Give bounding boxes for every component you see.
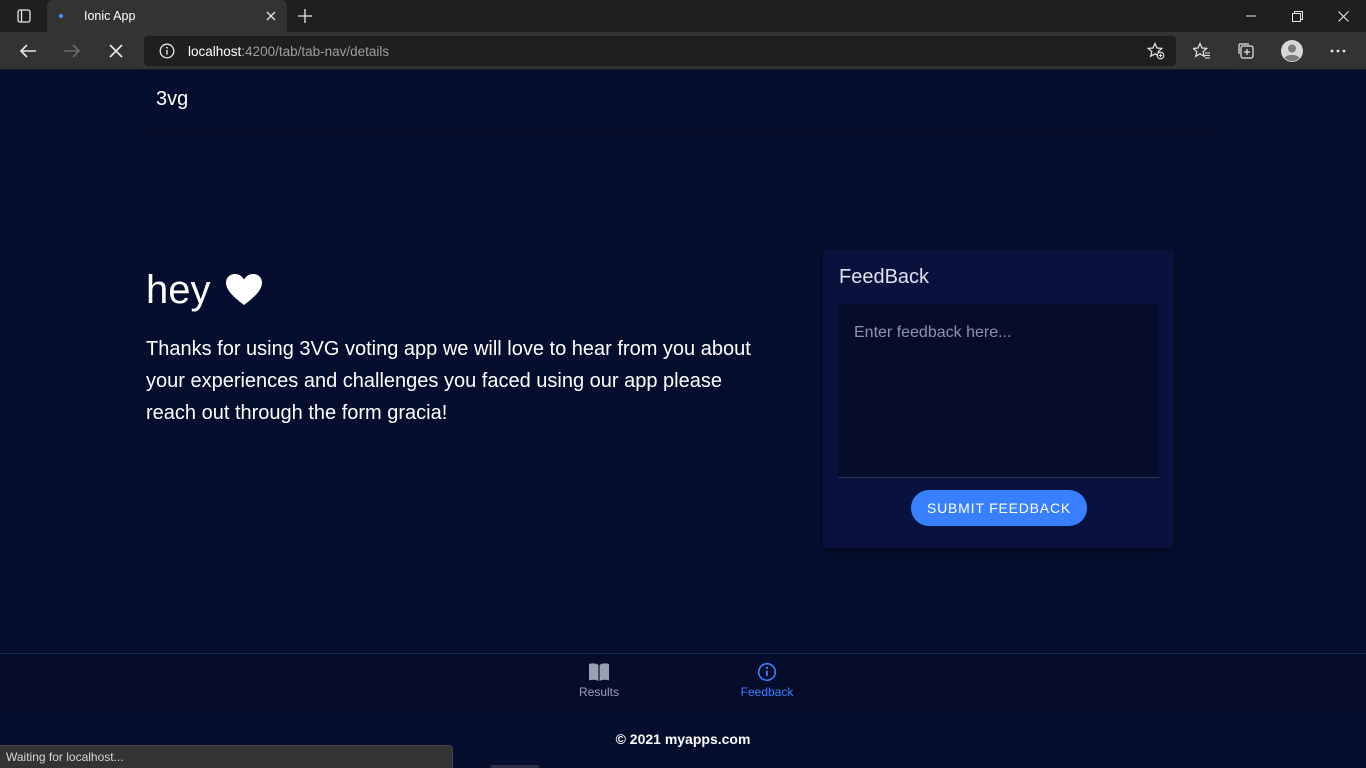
forward-icon[interactable] [56, 36, 88, 66]
tab-favicon-icon [59, 14, 63, 18]
browser-tab-strip: Ionic App [0, 0, 1366, 32]
greeting-text: hey [146, 267, 211, 312]
tab-results[interactable]: Results [554, 662, 644, 706]
browser-tab[interactable]: Ionic App [47, 0, 287, 32]
browser-status-bar: Waiting for localhost... [0, 745, 453, 768]
tab-results-label: Results [578, 685, 619, 699]
favorites-icon[interactable] [1186, 36, 1218, 66]
restore-icon[interactable] [1274, 0, 1320, 32]
feedback-card-title: FeedBack [839, 266, 930, 288]
heart-icon [225, 273, 263, 307]
feedback-textarea-wrapper [838, 304, 1159, 478]
tab-actions-icon[interactable] [10, 6, 38, 26]
url-path: :4200/tab/tab-nav/details [241, 43, 390, 59]
add-favorite-icon[interactable] [1146, 41, 1166, 61]
tab-close-icon[interactable] [259, 4, 283, 28]
stop-loading-icon[interactable] [100, 36, 132, 66]
url-host: localhost [188, 43, 242, 59]
profile-avatar-icon[interactable] [1276, 36, 1308, 66]
app-page: 3vg hey Thanks for using 3VG voting app … [0, 71, 1366, 768]
greeting-heading: hey [146, 267, 786, 313]
book-icon [589, 663, 609, 681]
app-header: 3vg [140, 71, 1226, 129]
tab-title: Ionic App [84, 9, 136, 23]
tab-feedback-label: Feedback [740, 685, 794, 699]
address-bar[interactable]: localhost:4200/tab/tab-nav/details [144, 36, 1176, 66]
collections-icon[interactable] [1230, 36, 1262, 66]
intro-message: Thanks for using 3VG voting app we will … [146, 338, 751, 424]
minimize-icon[interactable] [1228, 0, 1274, 32]
feedback-card: FeedBack SUBMIT FEEDBACK [823, 250, 1174, 548]
submit-feedback-button[interactable]: SUBMIT FEEDBACK [911, 490, 1087, 526]
app-title: 3vg [156, 88, 189, 110]
address-url: localhost:4200/tab/tab-nav/details [188, 44, 389, 59]
more-menu-icon[interactable] [1322, 36, 1354, 66]
tab-feedback[interactable]: Feedback [722, 662, 812, 706]
site-info-icon[interactable] [152, 43, 182, 59]
new-tab-icon[interactable] [291, 4, 319, 28]
feedback-textarea[interactable] [838, 304, 1159, 477]
bottom-tab-bar: Results Feedback [0, 653, 1366, 711]
browser-toolbar: localhost:4200/tab/tab-nav/details [0, 32, 1366, 70]
window-close-icon[interactable] [1320, 0, 1366, 32]
info-icon [757, 662, 777, 682]
intro-section: hey Thanks for using 3VG voting app we w… [146, 267, 786, 429]
back-icon[interactable] [12, 36, 44, 66]
